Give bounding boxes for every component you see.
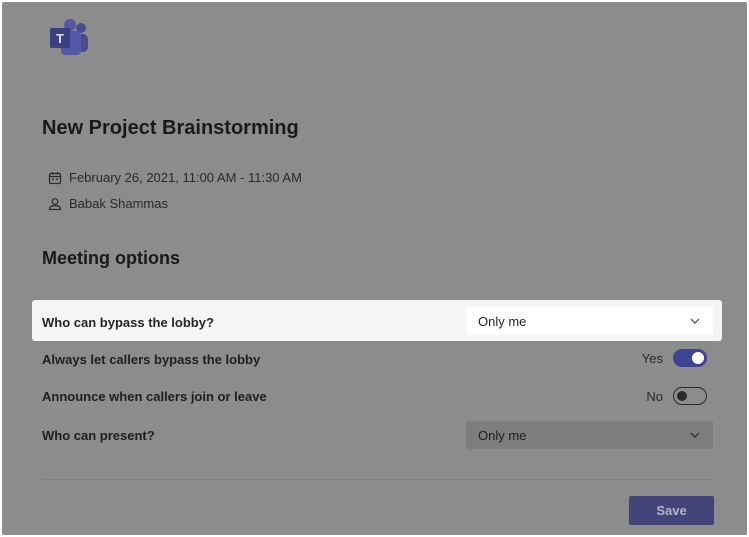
callers-bypass-setting: Yes — [642, 349, 707, 367]
toggle-knob — [677, 390, 687, 401]
meeting-datetime-text: February 26, 2021, 11:00 AM - 11:30 AM — [69, 170, 302, 185]
callers-bypass-toggle[interactable] — [673, 349, 707, 367]
announce-callers-toggle[interactable] — [673, 387, 707, 405]
calendar-icon — [48, 171, 62, 185]
meeting-organizer: Babak Shammas — [48, 196, 168, 211]
meeting-organizer-name: Babak Shammas — [69, 196, 168, 211]
chevron-down-icon — [689, 315, 701, 327]
announce-callers-value: No — [646, 388, 663, 404]
person-icon — [48, 197, 62, 211]
announce-callers-label: Announce when callers join or leave — [42, 389, 267, 404]
meeting-title: New Project Brainstorming — [42, 117, 299, 139]
bypass-lobby-value: Only me — [478, 313, 527, 329]
meeting-options-page: T New Project Brainstorming February 26,… — [2, 2, 747, 535]
chevron-down-icon — [689, 429, 701, 441]
svg-text:T: T — [56, 31, 64, 46]
presenters-value: Only me — [478, 427, 527, 443]
teams-logo: T — [50, 19, 88, 55]
presenters-label: Who can present? — [42, 428, 155, 443]
divider — [42, 479, 713, 480]
toggle-knob — [692, 352, 704, 364]
bypass-lobby-label: Who can bypass the lobby? — [42, 315, 214, 330]
announce-callers-setting: No — [646, 387, 707, 405]
callers-bypass-value: Yes — [641, 350, 663, 366]
presenters-dropdown[interactable]: Only me — [466, 421, 713, 449]
section-heading: Meeting options — [42, 248, 180, 268]
bypass-lobby-dropdown[interactable]: Only me — [466, 307, 713, 335]
callers-bypass-label: Always let callers bypass the lobby — [42, 352, 261, 367]
save-button[interactable]: Save — [629, 496, 714, 525]
meeting-datetime: February 26, 2021, 11:00 AM - 11:30 AM — [48, 170, 302, 185]
